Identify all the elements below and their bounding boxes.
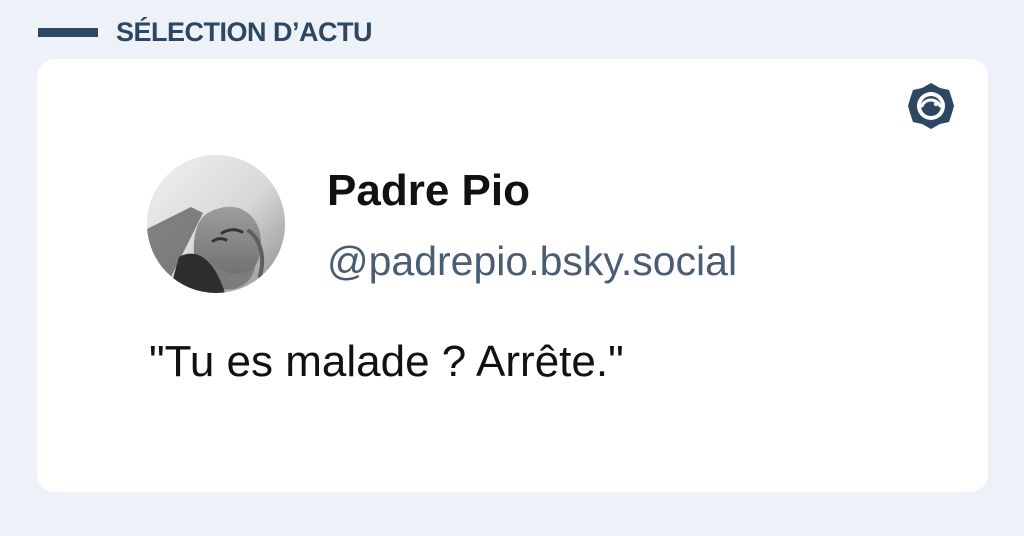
bluesky-logo-badge-icon <box>906 81 956 131</box>
post-card[interactable]: Padre Pio @padrepio.bsky.social "Tu es m… <box>37 59 988 492</box>
section-marker-bar <box>38 27 98 37</box>
section-label: SÉLECTION D’ACTU <box>116 16 373 47</box>
section-header: SÉLECTION D’ACTU <box>38 14 373 50</box>
avatar[interactable] <box>147 155 285 293</box>
post-text: "Tu es malade ? Arrête." <box>149 337 624 386</box>
author-handle[interactable]: @padrepio.bsky.social <box>327 241 737 282</box>
author-name[interactable]: Padre Pio <box>327 169 530 213</box>
